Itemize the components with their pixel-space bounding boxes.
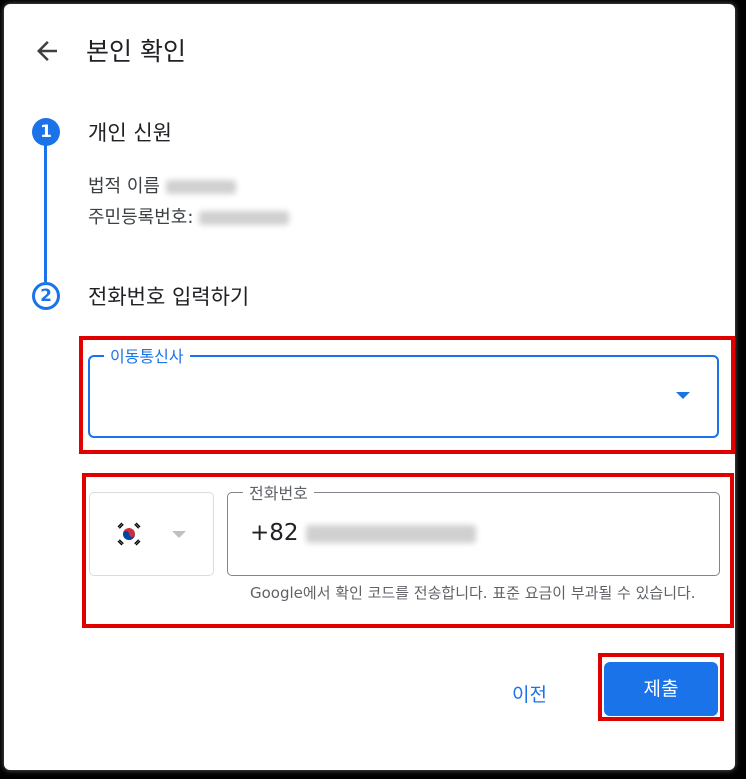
redacted-name <box>165 180 236 194</box>
page-title: 본인 확인 <box>86 37 186 66</box>
step-connector <box>44 142 47 282</box>
legal-name-label: 법적 이름 <box>88 176 160 197</box>
highlight-box-phone <box>82 473 734 628</box>
resident-id-label: 주민등록번호: <box>88 207 194 228</box>
highlight-box-carrier <box>79 336 735 454</box>
resident-id-row: 주민등록번호: <box>88 203 290 229</box>
previous-button[interactable]: 이전 <box>496 676 563 711</box>
redacted-id <box>199 211 290 225</box>
highlight-box-submit <box>598 653 724 721</box>
step-2-title: 전화번호 입력하기 <box>88 285 250 309</box>
step-1-badge: 1 <box>32 118 60 146</box>
step-2-badge: 2 <box>32 282 60 310</box>
back-arrow-icon[interactable] <box>32 36 62 66</box>
step-1-title: 개인 신원 <box>88 121 172 145</box>
legal-name-row: 법적 이름 <box>88 172 236 198</box>
